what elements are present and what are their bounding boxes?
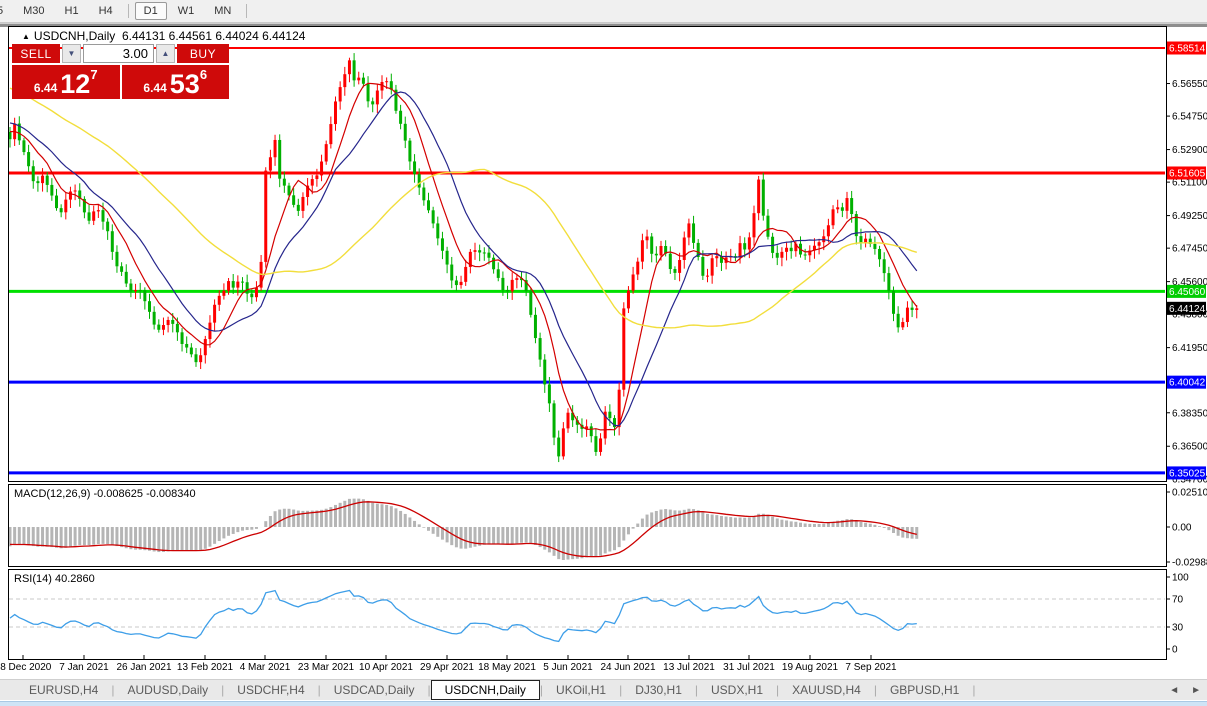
trading-app-window: 5M30H1H4D1W1MN 6.565506.547506.529006.51… <box>0 0 1207 706</box>
date-axis: 18 Dec 2020 7 Jan 2021 26 Jan 2021 13 Feb 2… <box>0 662 1207 676</box>
svg-text:30: 30 <box>1172 623 1184 634</box>
buy-button[interactable]: BUY <box>177 44 229 63</box>
date-label: 4 Mar 2021 <box>240 662 291 673</box>
svg-text:6.45060: 6.45060 <box>1169 287 1206 298</box>
volume-decrease-button[interactable]: ▼ <box>62 44 81 63</box>
svg-text:6.38350: 6.38350 <box>1172 408 1207 419</box>
svg-text:-0.02988: -0.02988 <box>1172 558 1207 569</box>
spinner-up-icon: ▲ <box>162 49 170 58</box>
svg-text:6.51605: 6.51605 <box>1169 168 1206 179</box>
rsi-indicator-label: RSI(14) 40.2860 <box>14 573 95 585</box>
chart-title: ▲ USDCNH,Daily 6.44131 6.44561 6.44024 6.… <box>22 29 305 43</box>
date-label: 18 Dec 2020 <box>0 662 51 673</box>
buy-price-sup: 6 <box>200 67 207 82</box>
chart-symbol-period: USDCNH,Daily <box>34 29 115 43</box>
rsi-axis: 100 70 30 0 <box>1166 573 1189 656</box>
date-label: 13 Jul 2021 <box>663 662 715 673</box>
tabs-scroll-left-button[interactable]: ◄ <box>1169 685 1179 696</box>
tab-ukoil-h1[interactable]: UKOil,H1 <box>543 681 619 699</box>
tab-gbpusd-h1[interactable]: GBPUSD,H1 <box>877 681 972 699</box>
sell-price-display[interactable]: 6.44 12 7 <box>12 65 120 99</box>
date-label: 23 Mar 2021 <box>298 662 354 673</box>
date-label: 10 Apr 2021 <box>359 662 413 673</box>
volume-increase-button[interactable]: ▲ <box>156 44 175 63</box>
svg-text:6.58514: 6.58514 <box>1169 44 1206 55</box>
price-badge: 6.45060 <box>1167 285 1206 298</box>
tab-usdx-h1[interactable]: USDX,H1 <box>698 681 776 699</box>
date-label: 31 Jul 2021 <box>723 662 775 673</box>
svg-text:6.35025: 6.35025 <box>1169 468 1206 479</box>
date-label: 19 Aug 2021 <box>782 662 838 673</box>
macd-axis: 0.025108 0.00 -0.02988 <box>1166 488 1207 569</box>
buy-price-base: 6.44 <box>143 81 166 95</box>
tab-eurusd-h4[interactable]: EURUSD,H4 <box>16 681 111 699</box>
buy-price-display[interactable]: 6.44 53 6 <box>122 65 230 99</box>
svg-text:6.41950: 6.41950 <box>1172 343 1207 354</box>
sell-price-sup: 7 <box>90 67 97 82</box>
date-label: 18 May 2021 <box>478 662 536 673</box>
svg-text:0.025108: 0.025108 <box>1172 488 1207 499</box>
sell-price-big: 12 <box>60 69 90 99</box>
price-badge: 6.35025 <box>1167 466 1206 479</box>
sell-price-base: 6.44 <box>34 81 57 95</box>
one-click-trading-panel: SELL ▼ 3.00 ▲ BUY 6.44 12 7 6.44 53 6 <box>12 44 229 99</box>
svg-text:6.40042: 6.40042 <box>1169 378 1206 389</box>
date-label: 7 Jan 2021 <box>59 662 109 673</box>
svg-text:70: 70 <box>1172 595 1184 606</box>
date-label: 29 Apr 2021 <box>420 662 474 673</box>
rsi-pane <box>9 570 1167 660</box>
volume-input[interactable]: 3.00 <box>83 44 154 63</box>
price-axis: 6.565506.547506.529006.511006.492506.474… <box>1166 42 1207 486</box>
tabs-scroll-right-button[interactable]: ► <box>1191 685 1201 696</box>
price-badge: 6.40042 <box>1167 376 1206 389</box>
chart-tabs: EURUSD,H4|AUDUSD,Daily|USDCHF,H4|USDCAD,… <box>0 679 1207 700</box>
macd-indicator-label: MACD(12,26,9) -0.008625 -0.008340 <box>14 488 196 500</box>
tab-audusd-daily[interactable]: AUDUSD,Daily <box>114 681 221 699</box>
tab-usdchf-h4[interactable]: USDCHF,H4 <box>224 681 317 699</box>
svg-text:6.52900: 6.52900 <box>1172 145 1207 156</box>
tab-dj30-h1[interactable]: DJ30,H1 <box>622 681 695 699</box>
svg-text:100: 100 <box>1172 573 1189 584</box>
date-label: 7 Sep 2021 <box>845 662 896 673</box>
date-label: 26 Jan 2021 <box>116 662 171 673</box>
date-label: 13 Feb 2021 <box>177 662 233 673</box>
price-badge: 6.58514 <box>1167 42 1206 55</box>
chart-ohlc-values: 6.44131 6.44561 6.44024 6.44124 <box>122 29 306 43</box>
svg-text:6.36500: 6.36500 <box>1172 442 1207 453</box>
svg-text:0.00: 0.00 <box>1172 523 1192 534</box>
date-label: 24 Jun 2021 <box>600 662 655 673</box>
tab-usdcad-daily[interactable]: USDCAD,Daily <box>321 681 428 699</box>
svg-text:6.56550: 6.56550 <box>1172 79 1207 90</box>
chart-canvas[interactable]: 6.565506.547506.529006.511006.492506.474… <box>0 0 1207 706</box>
svg-text:6.44124: 6.44124 <box>1169 304 1206 315</box>
tab-separator: | <box>972 683 975 697</box>
buy-price-big: 53 <box>170 69 200 99</box>
spinner-down-icon: ▼ <box>68 49 76 58</box>
tab-usdcnh-daily[interactable]: USDCNH,Daily <box>431 680 540 700</box>
tab-xauusd-h4[interactable]: XAUUSD,H4 <box>779 681 874 699</box>
price-badge: 6.51605 <box>1167 166 1206 179</box>
svg-text:6.49250: 6.49250 <box>1172 211 1207 222</box>
svg-text:6.47450: 6.47450 <box>1172 244 1207 255</box>
price-badge: 6.44124 <box>1167 302 1206 315</box>
collapse-triangle-icon[interactable]: ▲ <box>22 32 30 41</box>
status-strip <box>0 701 1207 706</box>
sell-button[interactable]: SELL <box>12 44 60 63</box>
svg-text:6.54750: 6.54750 <box>1172 112 1207 123</box>
date-label: 5 Jun 2021 <box>543 662 593 673</box>
svg-text:0: 0 <box>1172 645 1178 656</box>
